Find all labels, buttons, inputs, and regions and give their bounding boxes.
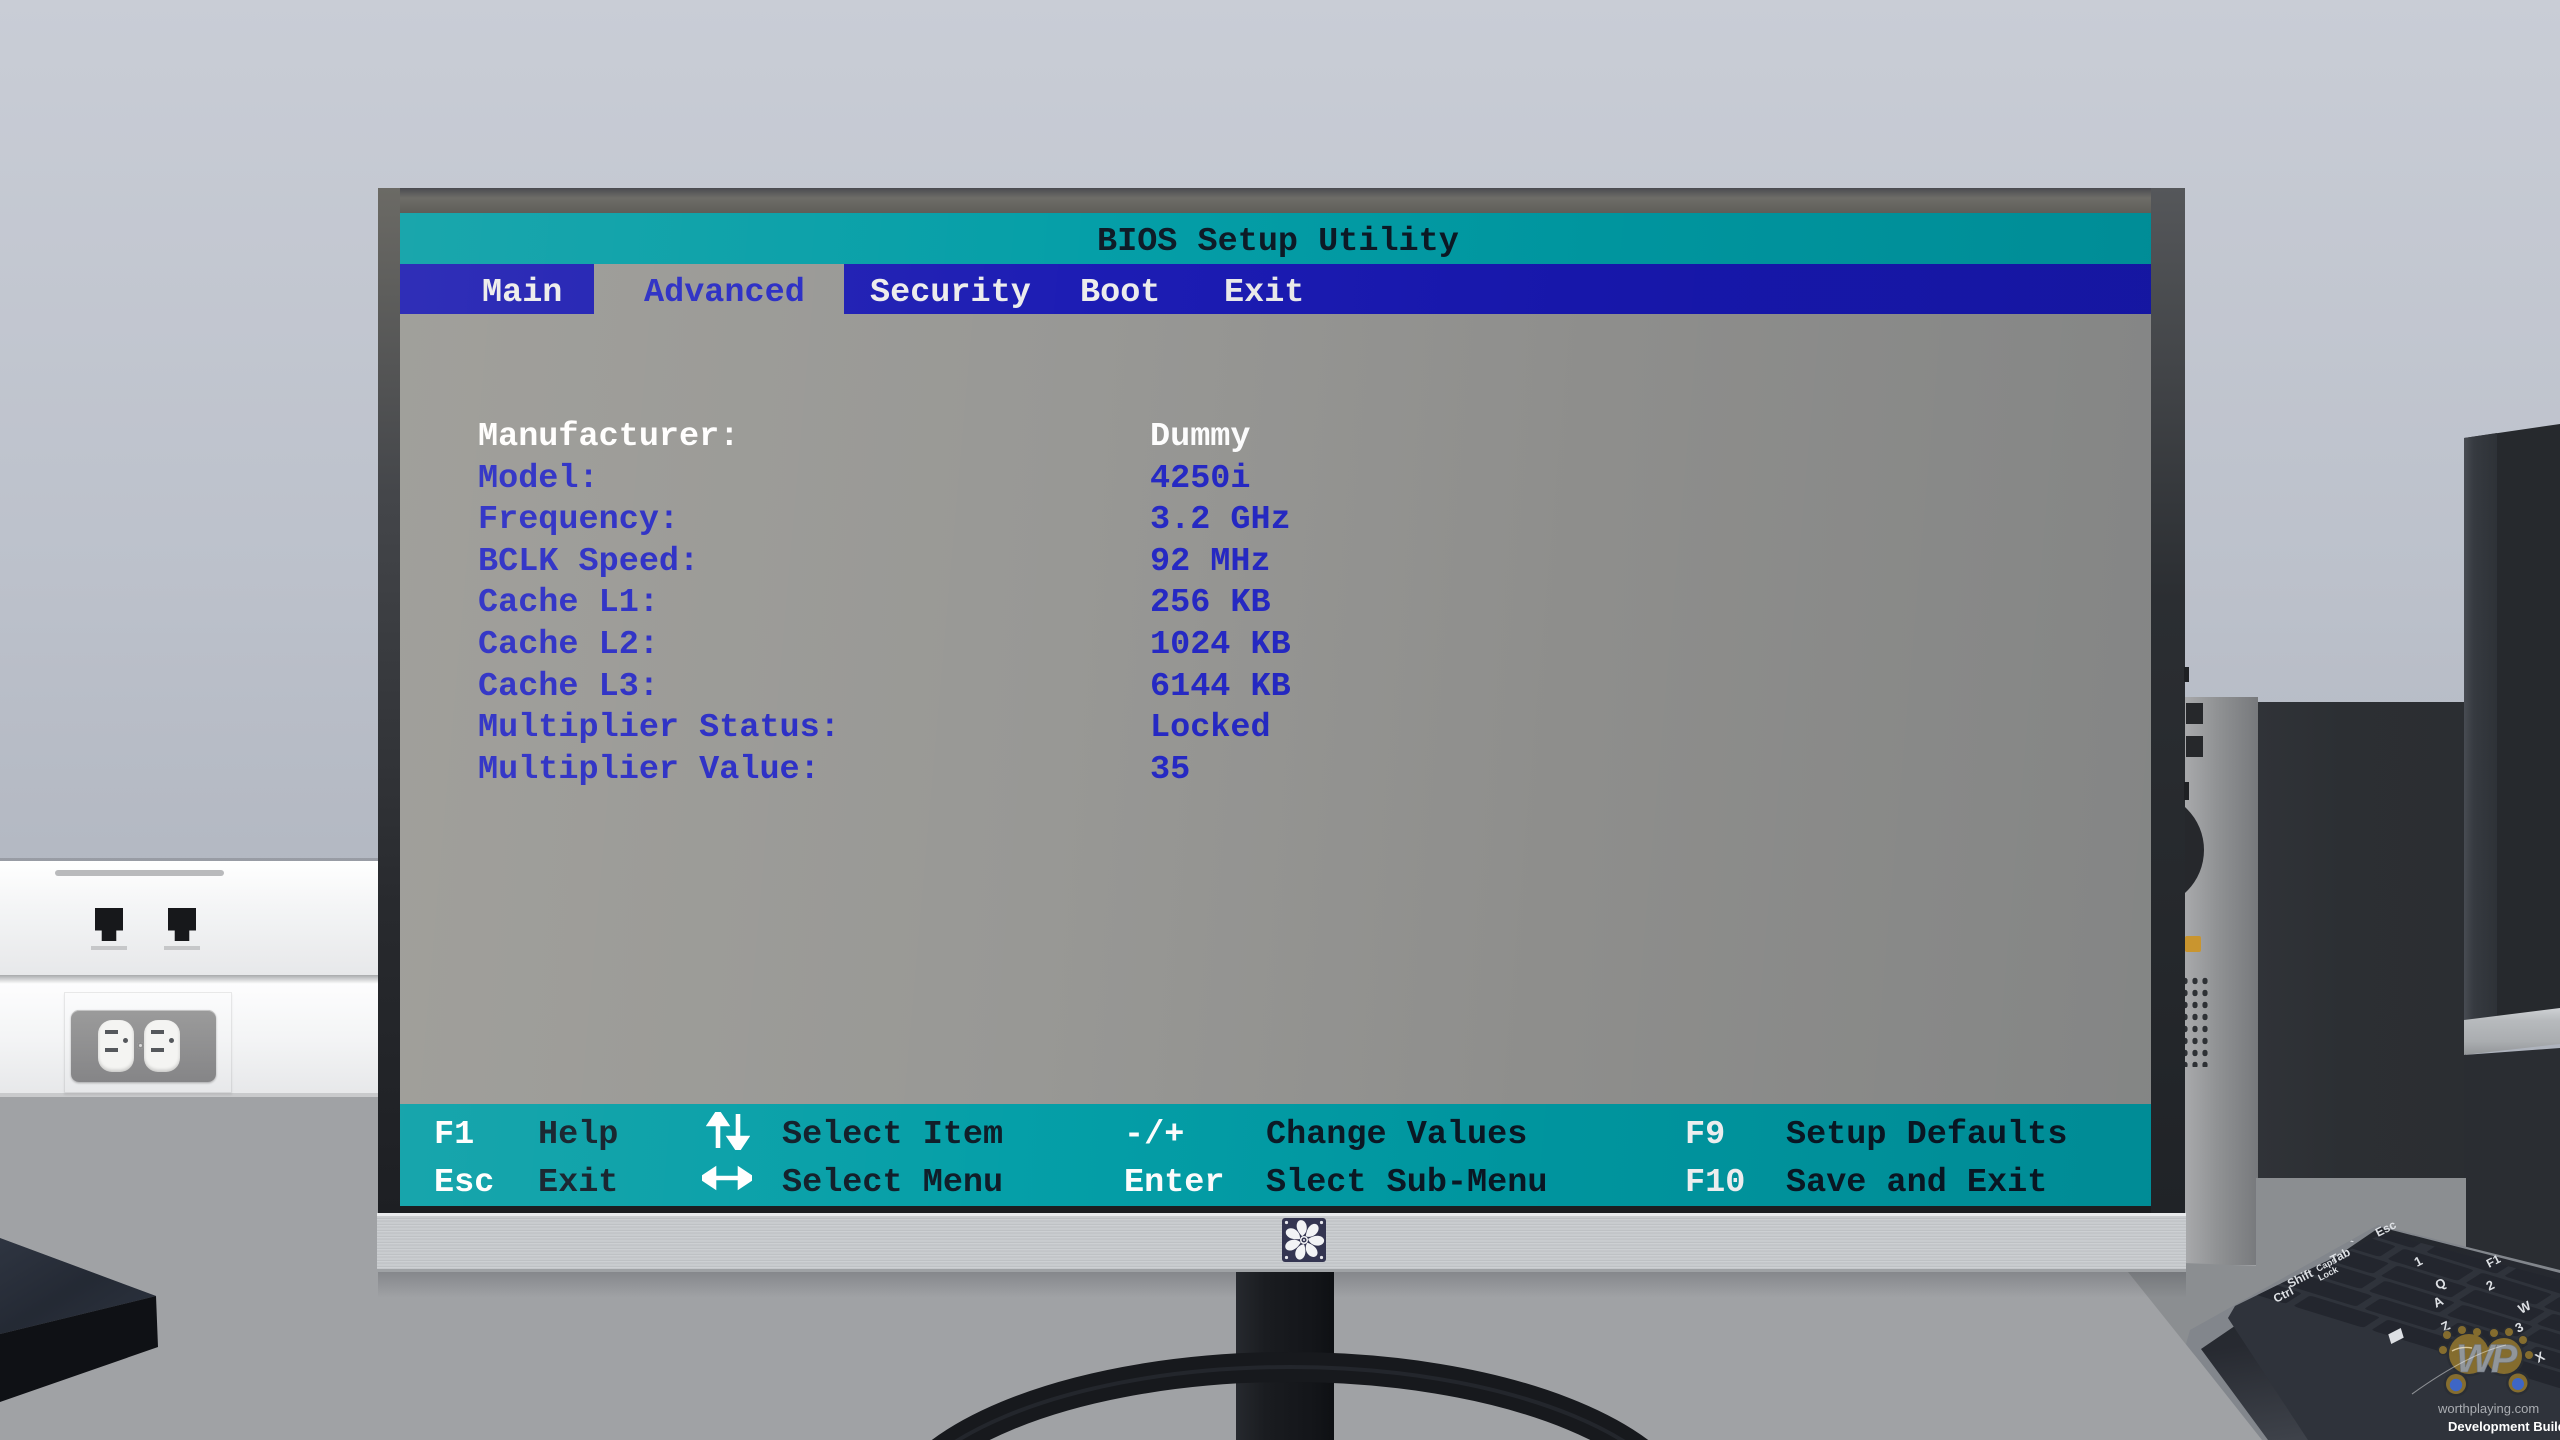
svg-text:WP: WP <box>2456 1337 2518 1381</box>
svg-text:worthplaying.com: worthplaying.com <box>2437 1401 2539 1416</box>
svg-text:Development Build: Development Build <box>2448 1419 2560 1434</box>
